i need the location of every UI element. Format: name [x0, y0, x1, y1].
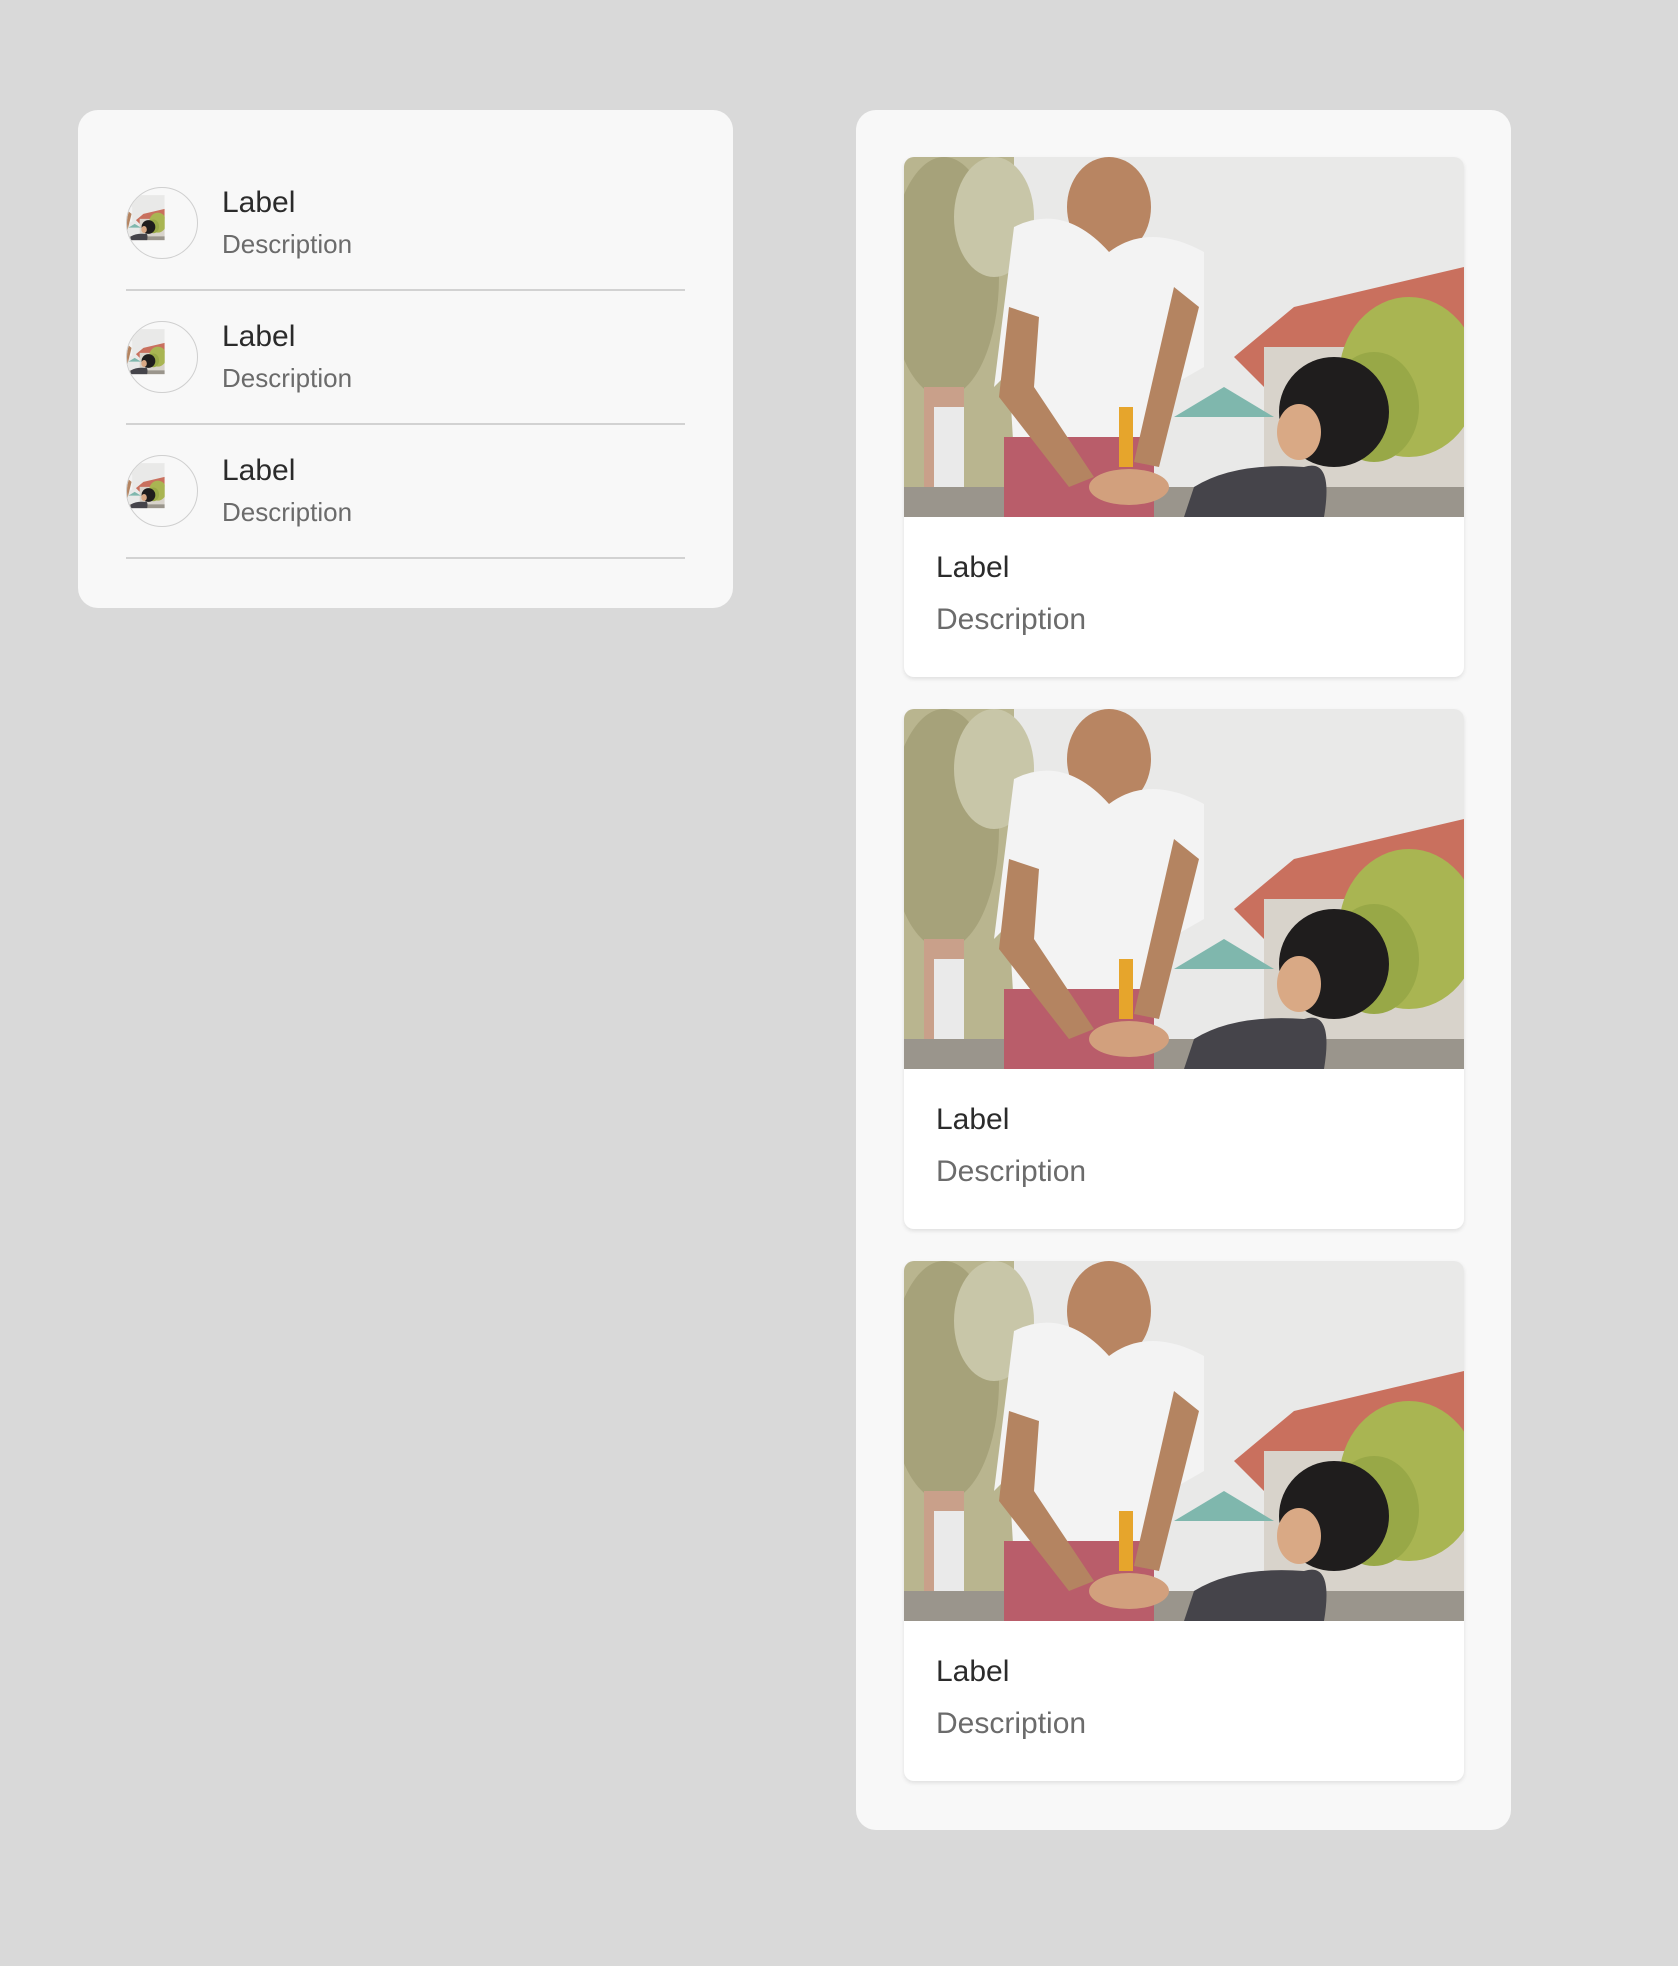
media-card[interactable]: Label Description [904, 1261, 1464, 1781]
avatar [126, 321, 198, 393]
list-item-label: Label [222, 454, 296, 487]
card-description: Description [936, 1155, 1087, 1188]
list-item[interactable]: Label Description [126, 291, 685, 425]
card-image [904, 157, 1464, 517]
media-card[interactable]: Label Description [904, 157, 1464, 677]
card-label: Label [936, 1103, 1010, 1136]
list-item[interactable]: Label Description [126, 157, 685, 291]
list-item-description: Description [222, 363, 353, 393]
card-label: Label [936, 1655, 1010, 1688]
list-item-label: Label [222, 320, 296, 353]
card-image [904, 1261, 1464, 1621]
card-image [904, 709, 1464, 1069]
avatar [126, 187, 198, 259]
card-label: Label [936, 551, 1010, 584]
list-item[interactable]: Label Description [126, 425, 685, 559]
list-item-description: Description [222, 229, 353, 259]
list-item-label: Label [222, 186, 296, 219]
list-item-description: Description [222, 497, 353, 527]
card-panel: Label Description Label Description Labe… [856, 110, 1511, 1830]
card-description: Description [936, 1707, 1087, 1740]
list-panel: Label Description Label Description Labe… [78, 110, 733, 608]
card-description: Description [936, 603, 1087, 636]
media-card[interactable]: Label Description [904, 709, 1464, 1229]
avatar [126, 455, 198, 527]
